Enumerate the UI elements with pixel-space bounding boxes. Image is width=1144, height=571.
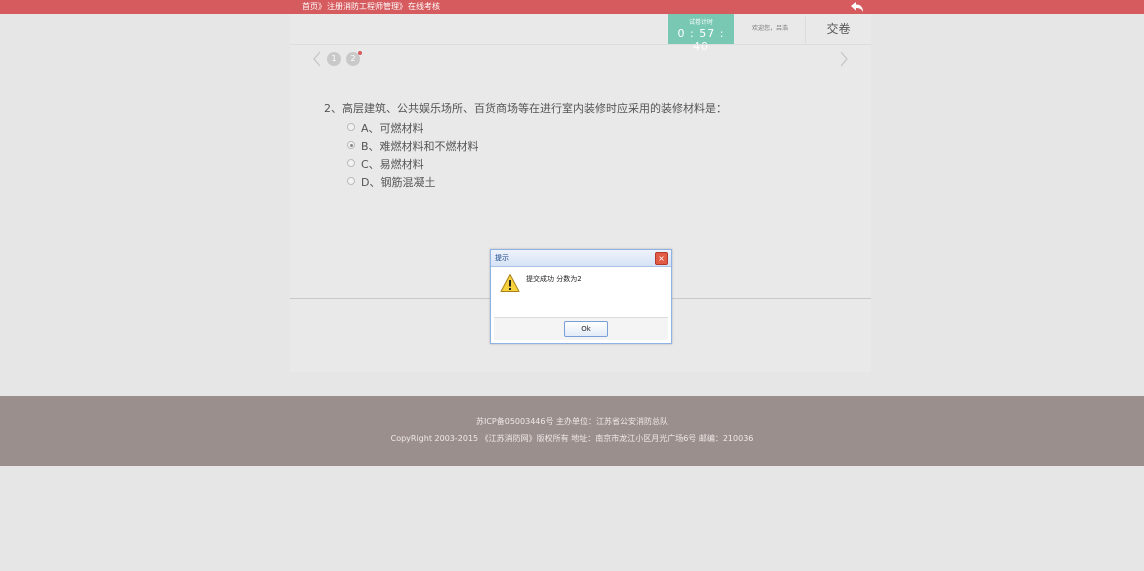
close-icon[interactable]: ×: [655, 252, 668, 265]
option-label: B、难燃材料和不燃材料: [361, 140, 479, 153]
dialog-message: 提交成功 分数为2: [526, 275, 582, 283]
question-nav-item-1[interactable]: 1: [327, 52, 341, 66]
warning-icon: [500, 274, 520, 292]
breadcrumb: 首页》注册消防工程师管理》在线考核: [302, 0, 441, 14]
footer-line-2: CopyRight 2003-2015 《江苏消防网》版权所有 地址：南京市龙江…: [390, 434, 754, 443]
chevron-right-icon[interactable]: [838, 50, 850, 68]
current-question-dot: [358, 51, 362, 55]
submit-exam-button[interactable]: 交卷: [806, 14, 871, 44]
option-label: A、可燃材料: [361, 122, 424, 135]
option-a[interactable]: A、可燃材料: [347, 122, 424, 136]
option-label: D、钢筋混凝土: [361, 176, 436, 189]
question-text: 2、高层建筑、公共娱乐场所、百货商场等在进行室内装修时应采用的装修材料是：: [324, 102, 727, 115]
radio-button-selected[interactable]: [347, 141, 355, 149]
option-label: C、易燃材料: [361, 158, 424, 171]
dialog-title: 提示: [495, 254, 509, 262]
breadcrumb-current: 在线考核: [408, 2, 440, 11]
welcome-text: 欢迎您，吕浩: [751, 25, 788, 32]
alert-dialog: 提示 × 提交成功 分数为2 Ok: [490, 249, 672, 344]
timer-value: 0 : 57 : 40: [677, 27, 725, 53]
option-b[interactable]: B、难燃材料和不燃材料: [347, 140, 479, 154]
back-arrow-icon[interactable]: [850, 1, 864, 13]
footer-line-1: 苏ICP备05003446号 主办单位：江苏省公安消防总队: [475, 417, 669, 426]
dialog-footer: Ok: [494, 317, 668, 340]
breadcrumb-home[interactable]: 首页》: [302, 2, 326, 11]
footer: 苏ICP备05003446号 主办单位：江苏省公安消防总队 CopyRight …: [0, 396, 1144, 466]
dialog-title-bar: 提示 ×: [491, 250, 671, 267]
divider: [290, 44, 871, 45]
timer-label: 试卷计时: [688, 19, 713, 26]
exam-timer: 试卷计时 0 : 57 : 40: [668, 14, 734, 53]
ok-button[interactable]: Ok: [564, 321, 608, 337]
radio-button[interactable]: [347, 123, 355, 131]
breadcrumb-section[interactable]: 注册消防工程师管理》: [327, 2, 407, 11]
top-nav-bar: 首页》注册消防工程师管理》在线考核: [0, 0, 1144, 14]
radio-button[interactable]: [347, 177, 355, 185]
option-c[interactable]: C、易燃材料: [347, 158, 424, 172]
chevron-left-icon[interactable]: [311, 50, 323, 68]
option-d[interactable]: D、钢筋混凝土: [347, 176, 435, 190]
radio-button[interactable]: [347, 159, 355, 167]
